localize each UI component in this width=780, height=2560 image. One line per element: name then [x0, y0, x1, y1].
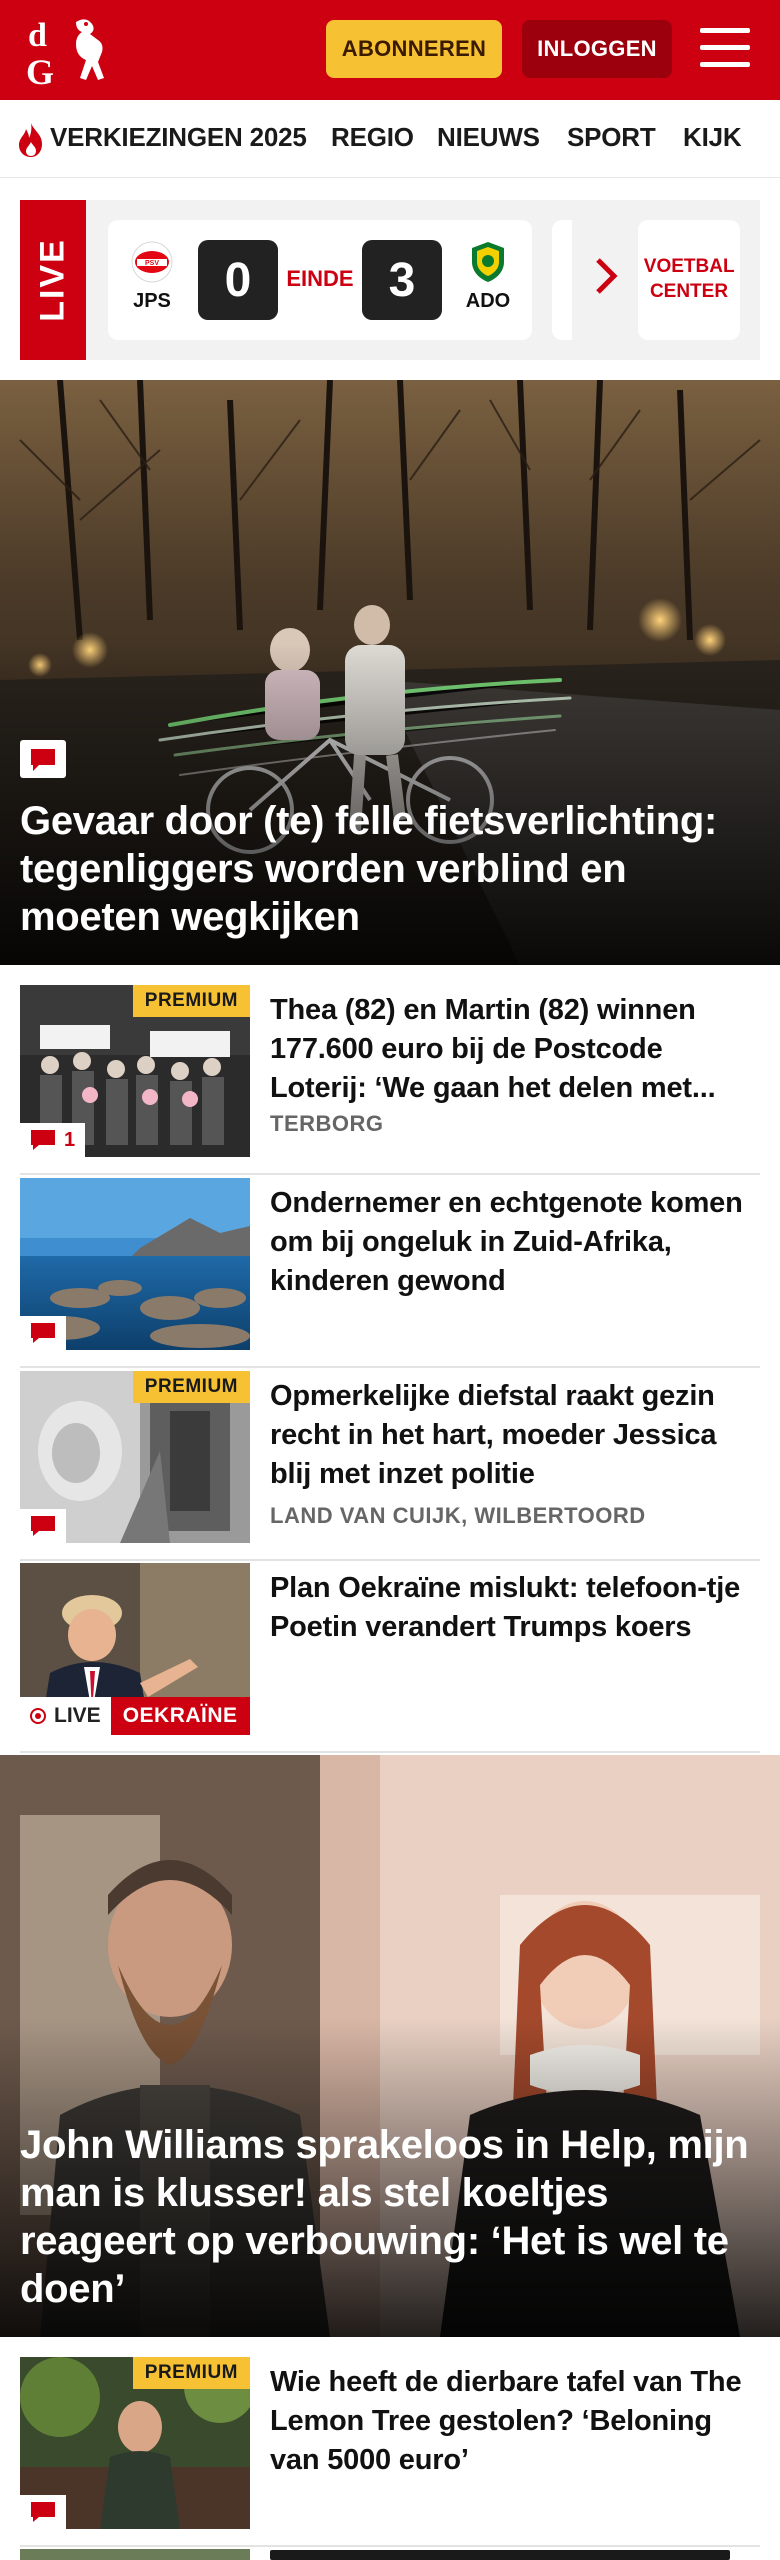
live-label: LIVE — [54, 1704, 101, 1727]
away-team: ADO — [458, 240, 518, 313]
hero-title[interactable]: John Williams sprakeloos in Help, mijn m… — [20, 2121, 750, 2313]
article-thumbnail[interactable] — [20, 1178, 250, 1350]
nav-item-verkiezingen[interactable]: VERKIEZINGEN 2025 — [50, 122, 307, 153]
premium-badge: PREMIUM — [132, 2357, 250, 2389]
subscribe-button[interactable]: ABONNEREN — [326, 20, 502, 78]
comment-count-badge[interactable] — [20, 1316, 66, 1350]
hero-article[interactable]: John Williams sprakeloos in Help, mijn m… — [0, 1755, 780, 2337]
comment-icon — [31, 2502, 55, 2522]
article-title[interactable]: Opmerkelijke diefstal raakt gezin recht … — [270, 1377, 750, 1494]
article-thumbnail[interactable]: PREMIUM 1 — [20, 985, 250, 1157]
live-tab-label: LIVE — [33, 238, 72, 322]
main-navigation: VERKIEZINGEN 2025 REGIO NIEUWS SPORT KIJ… — [0, 100, 780, 178]
comment-count: 1 — [64, 1128, 76, 1151]
article-title[interactable]: Ondernemer en echtgenote komen om bij on… — [270, 1184, 750, 1301]
article-item[interactable]: PREMIUM 1 Thea (82) en Martin (82) winne… — [20, 985, 760, 1175]
home-team: PSV JPS — [122, 240, 182, 313]
chevron-right-icon[interactable] — [592, 256, 620, 296]
nav-item-nieuws[interactable]: NIEUWS — [437, 122, 540, 153]
home-score: 0 — [198, 240, 278, 320]
comment-count-badge[interactable] — [20, 1509, 66, 1543]
hero-title[interactable]: Gevaar door (te) felle fietsverlichting:… — [20, 797, 750, 941]
next-article-thumbnail[interactable] — [20, 2549, 250, 2560]
article-item[interactable]: Ondernemer en echtgenote komen om bij on… — [20, 1178, 760, 1368]
hero-article[interactable]: Gevaar door (te) felle fietsverlichting:… — [0, 380, 780, 965]
site-header: d G ABONNEREN INLOGGEN — [0, 0, 780, 100]
article-location: TERBORG — [270, 1111, 384, 1136]
nav-item-kijk[interactable]: KIJK — [683, 122, 742, 153]
live-tab[interactable]: LIVE — [20, 200, 86, 360]
nav-item-sport[interactable]: SPORT — [567, 122, 656, 153]
psv-crest-icon: PSV — [131, 241, 173, 283]
ado-crest-icon — [472, 242, 504, 282]
comment-count-badge[interactable]: 1 — [20, 1123, 86, 1157]
svg-text:G: G — [26, 52, 54, 88]
hamburger-menu-icon[interactable] — [700, 26, 750, 70]
article-item[interactable]: PREMIUM Opmerkelijke diefstal raakt gezi… — [20, 1371, 760, 1561]
premium-badge: PREMIUM — [132, 985, 250, 1017]
comment-icon — [31, 1516, 55, 1536]
voetbal-center-button[interactable]: VOETBAL CENTER — [638, 220, 740, 340]
live-scores-strip: LIVE PSV JPS 0 EINDE 3 ADO VOETBAL CENTE… — [20, 200, 760, 360]
article-thumbnail[interactable]: PREMIUM — [20, 2357, 250, 2529]
match-status: EINDE — [286, 266, 354, 291]
svg-text:d: d — [28, 17, 47, 54]
comment-icon — [31, 749, 55, 771]
comment-icon — [31, 1130, 55, 1150]
topic-label: OEKRAÏNE — [110, 1697, 250, 1735]
article-title[interactable]: Plan Oekraïne mislukt: telefoon-tje Poet… — [270, 1569, 750, 1647]
flame-icon — [19, 123, 42, 157]
dg-logo[interactable]: d G — [24, 12, 120, 88]
nav-item-regio[interactable]: REGIO — [331, 122, 414, 153]
article-location: LAND VAN CUIJK, WILBERTOORD — [270, 1503, 646, 1528]
hero-comment-badge[interactable] — [20, 740, 66, 778]
comment-icon — [31, 1323, 55, 1343]
article-item[interactable]: LIVE OEKRAÏNE Plan Oekraïne mislukt: tel… — [20, 1563, 760, 1753]
live-topic-tag[interactable]: LIVE OEKRAÏNE — [20, 1697, 250, 1735]
article-title[interactable]: Wie heeft de dierbare tafel van The Lemo… — [270, 2363, 750, 2480]
article-thumbnail[interactable]: LIVE OEKRAÏNE — [20, 1563, 250, 1735]
away-team-name: ADO — [465, 290, 511, 312]
premium-badge: PREMIUM — [132, 1371, 250, 1403]
article-thumbnail[interactable]: PREMIUM — [20, 1371, 250, 1543]
live-indicator: LIVE — [20, 1697, 111, 1735]
comment-count-badge[interactable] — [20, 2495, 66, 2529]
next-article-title-peek[interactable] — [270, 2550, 730, 2560]
live-dot-icon — [30, 1708, 46, 1724]
article-item[interactable]: PREMIUM Wie heeft de dierbare tafel van … — [20, 2357, 760, 2547]
home-team-name: JPS — [133, 290, 171, 312]
next-match-card[interactable] — [552, 220, 572, 340]
article-title[interactable]: Thea (82) en Martin (82) winnen 177.600 … — [270, 991, 750, 1108]
away-score: 3 — [362, 240, 442, 320]
svg-text:PSV: PSV — [145, 260, 159, 267]
match-card[interactable]: PSV JPS 0 EINDE 3 ADO — [108, 220, 532, 340]
login-button[interactable]: INLOGGEN — [522, 20, 672, 78]
